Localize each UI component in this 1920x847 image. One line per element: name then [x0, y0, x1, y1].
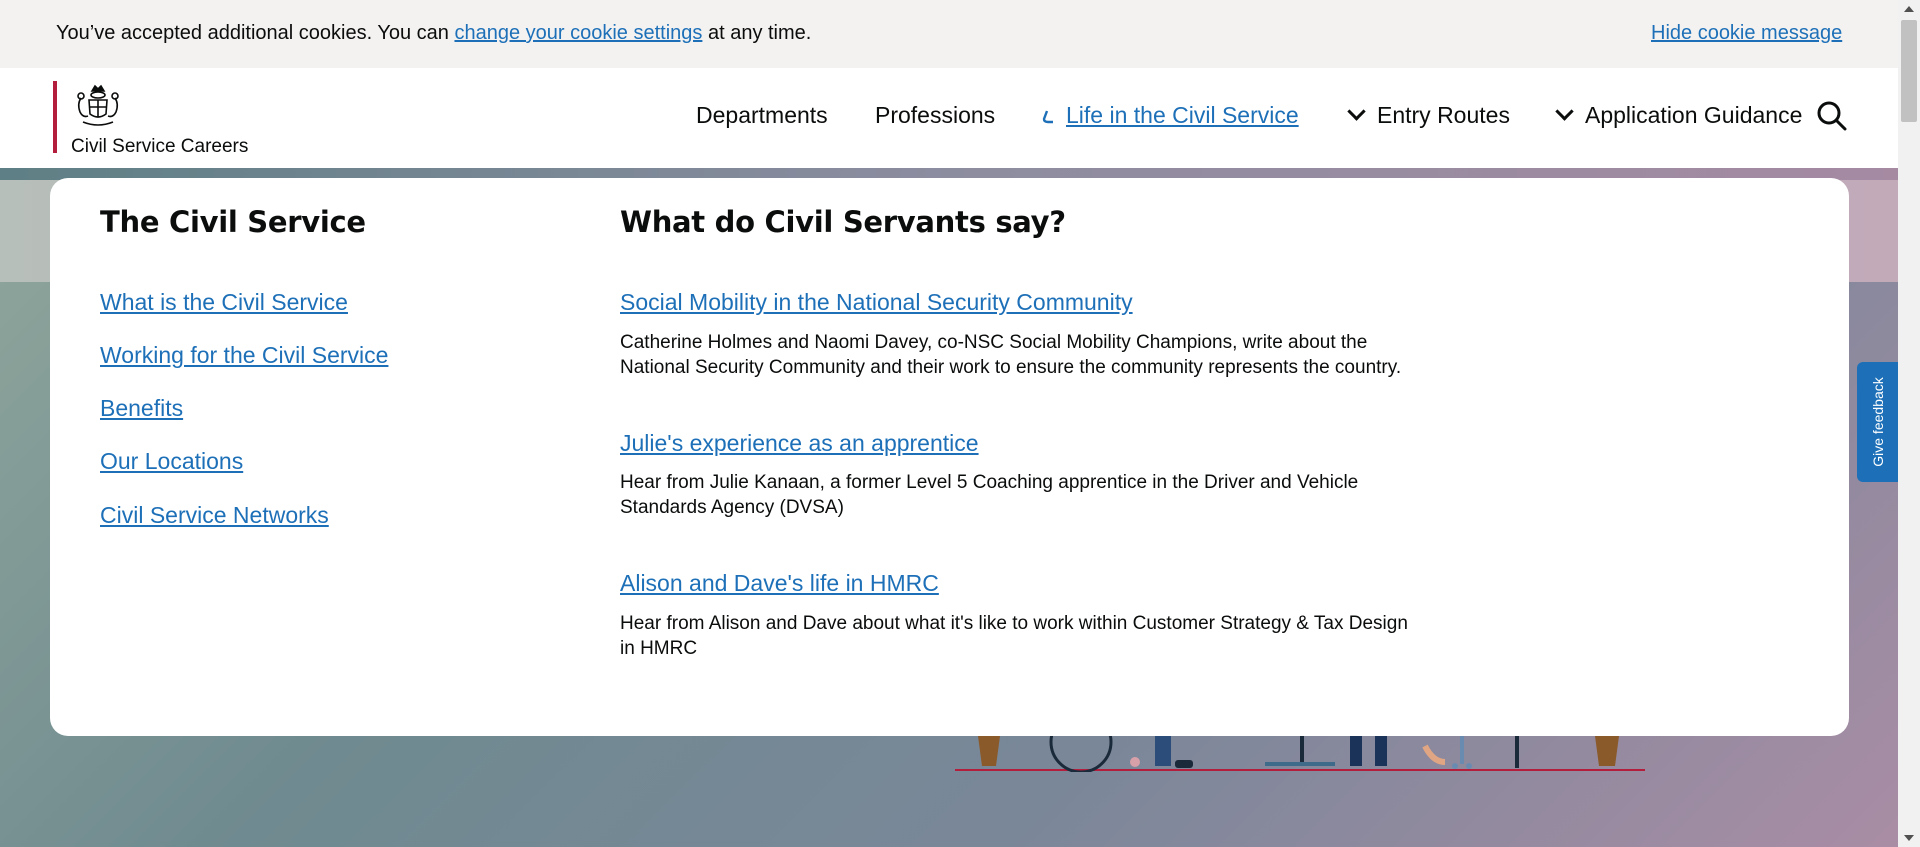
- nav-life-in-civil-service[interactable]: Life in the Civil Service: [1042, 102, 1299, 129]
- article-description-line: Hear from Julie Kanaan, a former Level 5…: [620, 472, 1359, 493]
- chevron-down-icon: [1347, 102, 1366, 121]
- nav-application-guidance-label: Application Guidance: [1585, 102, 1803, 128]
- brand-name[interactable]: Civil Service Careers: [71, 136, 248, 158]
- article-description: Hear from Alison and Dave about what it'…: [620, 611, 1460, 661]
- cookie-text-after: at any time.: [702, 22, 812, 44]
- nav-professions[interactable]: Professions: [875, 102, 995, 129]
- civil-service-heading: The Civil Service: [100, 205, 366, 239]
- back-arrow-icon: [1042, 110, 1053, 124]
- give-feedback-tab[interactable]: Give feedback: [1857, 362, 1898, 482]
- royal-crest-icon[interactable]: [71, 82, 125, 130]
- cookie-message: You’ve accepted additional cookies. You …: [56, 22, 811, 45]
- change-cookie-settings-link[interactable]: change your cookie settings: [454, 22, 702, 44]
- give-feedback-label: Give feedback: [1869, 377, 1886, 467]
- scrollbar-thumb[interactable]: [1901, 20, 1917, 122]
- hide-cookie-message-link[interactable]: Hide cookie message: [1651, 22, 1842, 45]
- article-description: Catherine Holmes and Naomi Davey, co-NSC…: [620, 330, 1460, 380]
- nav-entry-routes-label: Entry Routes: [1377, 102, 1510, 128]
- chevron-down-icon: [1555, 102, 1574, 121]
- nav-professions-label: Professions: [875, 102, 996, 128]
- link-our-locations[interactable]: Our Locations: [100, 448, 243, 475]
- mega-menu-panel: The Civil Service What is the Civil Serv…: [50, 178, 1849, 736]
- article-link-julie-apprentice[interactable]: Julie's experience as an apprentice: [620, 430, 979, 457]
- nav-life-label: Life in the Civil Service: [1066, 102, 1299, 128]
- nav-application-guidance[interactable]: Application Guidance: [1555, 102, 1803, 129]
- hero-illustration: [955, 736, 1645, 772]
- nav-departments[interactable]: Departments: [696, 102, 828, 129]
- article-description-line: Standards Agency (DVSA): [620, 497, 844, 518]
- civil-servants-say-heading: What do Civil Servants say?: [620, 205, 1066, 239]
- site-header: Civil Service Careers Departments Profes…: [0, 68, 1898, 168]
- cookie-banner: You’ve accepted additional cookies. You …: [0, 0, 1898, 68]
- link-what-is-civil-service[interactable]: What is the Civil Service: [100, 289, 348, 316]
- link-working-for-civil-service[interactable]: Working for the Civil Service: [100, 342, 388, 369]
- nav-departments-label: Departments: [696, 102, 828, 128]
- scroll-down-icon[interactable]: [1904, 835, 1914, 841]
- nav-entry-routes[interactable]: Entry Routes: [1347, 102, 1510, 129]
- article-link-social-mobility[interactable]: Social Mobility in the National Security…: [620, 289, 1133, 316]
- article-description-line: in HMRC: [620, 638, 698, 659]
- search-icon[interactable]: [1816, 100, 1848, 132]
- link-civil-service-networks[interactable]: Civil Service Networks: [100, 502, 329, 529]
- cookie-text-before: You’ve accepted additional cookies. You …: [56, 22, 455, 44]
- article-link-alison-dave-hmrc[interactable]: Alison and Dave's life in HMRC: [620, 570, 939, 597]
- page-scrollbar[interactable]: [1898, 0, 1920, 847]
- article-description-line: National Security Community and their wo…: [620, 357, 1402, 378]
- article-description-line: Catherine Holmes and Naomi Davey, co-NSC…: [620, 332, 1368, 353]
- scroll-up-icon[interactable]: [1904, 6, 1914, 12]
- link-benefits[interactable]: Benefits: [100, 395, 183, 422]
- article-description-line: Hear from Alison and Dave about what it'…: [620, 613, 1408, 634]
- article-description: Hear from Julie Kanaan, a former Level 5…: [620, 470, 1460, 520]
- brand-accent-bar: [53, 81, 57, 153]
